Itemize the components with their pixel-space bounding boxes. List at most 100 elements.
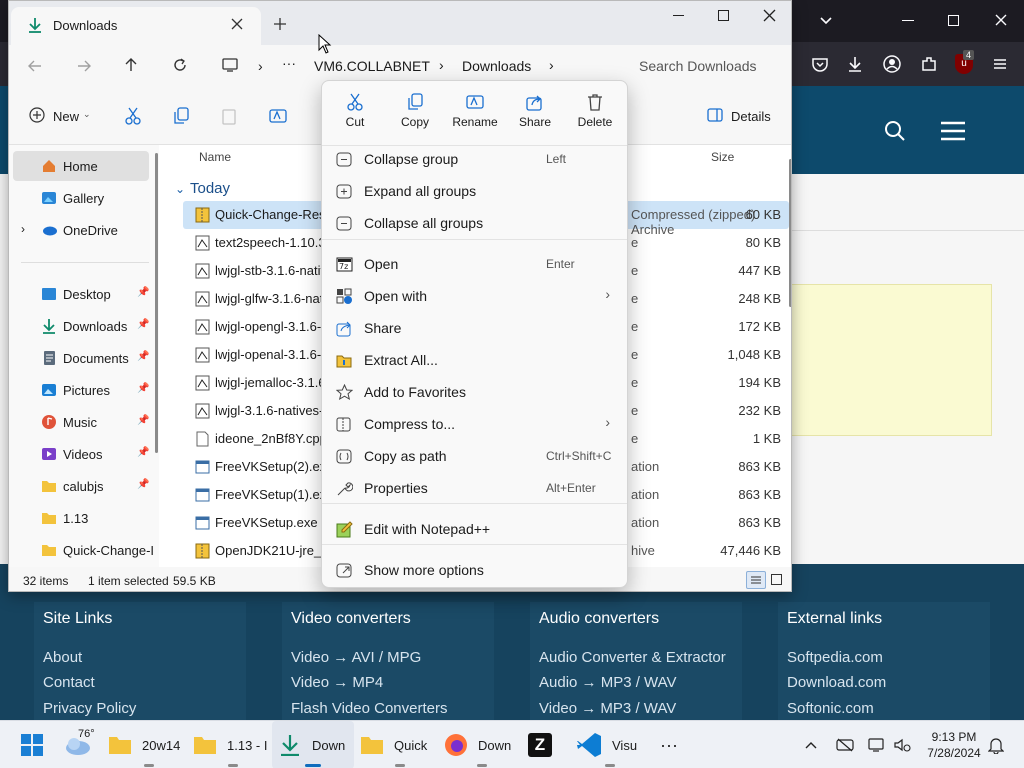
forward-icon[interactable] — [76, 58, 92, 74]
tiles-view-icon[interactable] — [771, 574, 782, 585]
nav-item-folder[interactable]: Quick-Change-I — [13, 535, 154, 565]
nav-item-downloads[interactable]: Downloads 📌 — [13, 311, 153, 341]
nav-scrollbar[interactable] — [155, 153, 158, 453]
footer-link[interactable]: Audio → MP3 / WAV — [539, 674, 677, 691]
cut-icon[interactable] — [125, 107, 141, 125]
taskbar-app-downloads[interactable]: Down — [272, 721, 354, 768]
nav-item-home[interactable]: Home — [13, 151, 153, 181]
footer-link[interactable]: Audio Converter & Extractor — [539, 649, 726, 666]
rename-icon[interactable] — [269, 107, 287, 125]
list-all-tabs-icon[interactable] — [818, 12, 834, 28]
weather-widget[interactable]: 76° — [62, 721, 102, 768]
firefox-close-button[interactable] — [993, 12, 1009, 28]
menu-item[interactable]: Copy as path Ctrl+Shift+C — [326, 440, 624, 472]
share-button[interactable]: Share — [505, 89, 565, 139]
clock[interactable]: 9:13 PM 7/28/2024 — [924, 721, 984, 768]
volume-muted-icon[interactable] — [894, 721, 912, 768]
breadcrumb-item[interactable]: VM6.COLLABNET — [314, 58, 430, 74]
pocket-icon[interactable] — [811, 56, 829, 74]
details-pane-icon[interactable] — [707, 108, 723, 122]
firefox-minimize-button[interactable] — [902, 20, 914, 21]
footer-link[interactable]: Contact — [43, 674, 95, 691]
paste-icon[interactable] — [221, 107, 237, 125]
list-scrollbar[interactable] — [789, 159, 791, 307]
back-icon[interactable] — [27, 58, 43, 74]
menu-item[interactable]: Open with › — [326, 280, 624, 312]
network-off-icon[interactable] — [836, 721, 854, 768]
site-menu-icon[interactable] — [940, 120, 966, 142]
taskbar-app-explorer[interactable]: Quick — [360, 721, 440, 768]
menu-item[interactable]: Add to Favorites — [326, 376, 624, 408]
up-icon[interactable] — [123, 57, 139, 73]
footer-link[interactable]: Video → MP3 / WAV — [539, 700, 676, 717]
taskbar-app-explorer[interactable]: 20w14 — [108, 721, 190, 768]
firefox-restore-button[interactable] — [948, 15, 959, 26]
new-button[interactable]: New — [53, 109, 79, 124]
taskbar-app-vscode[interactable]: Visu — [576, 721, 644, 768]
search-input[interactable]: Search Downloads — [639, 58, 757, 74]
menu-item[interactable]: Extract All... — [326, 344, 624, 376]
nav-item-desktop[interactable]: Desktop 📌 — [13, 279, 153, 309]
copy-icon[interactable] — [173, 107, 189, 125]
copy-button[interactable]: Copy — [385, 89, 445, 139]
footer-link[interactable]: Video → AVI / MPG — [291, 649, 421, 666]
tab-close-icon[interactable] — [231, 18, 243, 30]
footer-link[interactable]: Privacy Policy — [43, 700, 136, 717]
nav-item-folder[interactable]: calubjs 📌 — [13, 471, 153, 501]
menu-item[interactable]: 7z Open Enter — [326, 248, 624, 280]
menu-item[interactable]: Collapse group Left — [326, 143, 624, 175]
nav-item-onedrive[interactable]: OneDrive — [13, 215, 153, 245]
nav-item-gallery[interactable]: Gallery — [13, 183, 153, 213]
close-window-button[interactable] — [763, 9, 776, 22]
menu-item[interactable]: Compress to... › — [326, 408, 624, 440]
menu-icon[interactable] — [991, 55, 1009, 73]
group-header[interactable]: Today — [190, 180, 230, 197]
footer-link[interactable]: Download.com — [787, 674, 886, 691]
this-pc-icon[interactable] — [222, 57, 240, 73]
menu-item[interactable]: Collapse all groups — [326, 207, 624, 239]
menu-item[interactable]: Edit with Notepad++ — [326, 513, 624, 545]
column-header-name[interactable]: Name — [199, 150, 231, 164]
breadcrumb-item[interactable]: Downloads — [462, 58, 531, 74]
minimize-button[interactable] — [673, 15, 684, 16]
rename-button[interactable]: Rename — [445, 89, 505, 139]
start-button[interactable] — [20, 721, 44, 768]
taskbar-app-zed[interactable]: Z — [528, 721, 556, 768]
cut-button[interactable]: Cut — [325, 89, 385, 139]
display-icon[interactable] — [868, 721, 886, 768]
nav-item-pictures[interactable]: Pictures 📌 — [13, 375, 153, 405]
footer-link[interactable]: Flash Video Converters — [291, 700, 447, 717]
menu-item[interactable]: Show more options — [326, 554, 624, 586]
details-view-icon[interactable] — [746, 571, 766, 589]
group-collapse-icon[interactable]: ⌄ — [175, 182, 185, 196]
footer-link[interactable]: Softonic.com — [787, 700, 874, 717]
nav-item-folder[interactable]: 1.13 — [13, 503, 153, 533]
menu-item[interactable]: Properties Alt+Enter — [326, 472, 624, 504]
extensions-icon[interactable] — [920, 55, 938, 73]
column-header-size[interactable]: Size — [711, 150, 734, 164]
account-icon[interactable] — [883, 55, 901, 73]
details-button[interactable]: Details — [731, 109, 771, 124]
explorer-tab[interactable]: Downloads — [11, 7, 261, 45]
nav-item-music[interactable]: Music 📌 — [13, 407, 153, 437]
menu-item[interactable]: Expand all groups — [326, 175, 624, 207]
nav-item-documents[interactable]: Documents 📌 — [13, 343, 153, 373]
taskbar-app-explorer[interactable]: 1.13 - I — [193, 721, 273, 768]
footer-link[interactable]: About — [43, 649, 82, 666]
nav-item-videos[interactable]: Videos 📌 — [13, 439, 153, 469]
notifications-bell-icon[interactable] — [988, 721, 1004, 768]
footer-link[interactable]: Softpedia.com — [787, 649, 883, 666]
maximize-button[interactable] — [718, 10, 729, 21]
delete-button[interactable]: Delete — [565, 89, 625, 139]
taskbar-app-firefox[interactable]: Down — [444, 721, 520, 768]
taskbar-overflow-icon[interactable]: ··· — [660, 721, 678, 768]
tray-chevron-up-icon[interactable] — [804, 721, 818, 768]
site-search-icon[interactable] — [884, 120, 906, 142]
menu-item[interactable]: Share — [326, 312, 624, 344]
new-tab-icon[interactable] — [273, 17, 287, 31]
refresh-icon[interactable] — [172, 57, 188, 73]
downloads-icon[interactable] — [846, 55, 864, 73]
more-path-icon[interactable]: ··· — [282, 55, 296, 71]
new-plus-icon[interactable] — [29, 107, 45, 123]
footer-link[interactable]: Video → MP4 — [291, 674, 383, 691]
